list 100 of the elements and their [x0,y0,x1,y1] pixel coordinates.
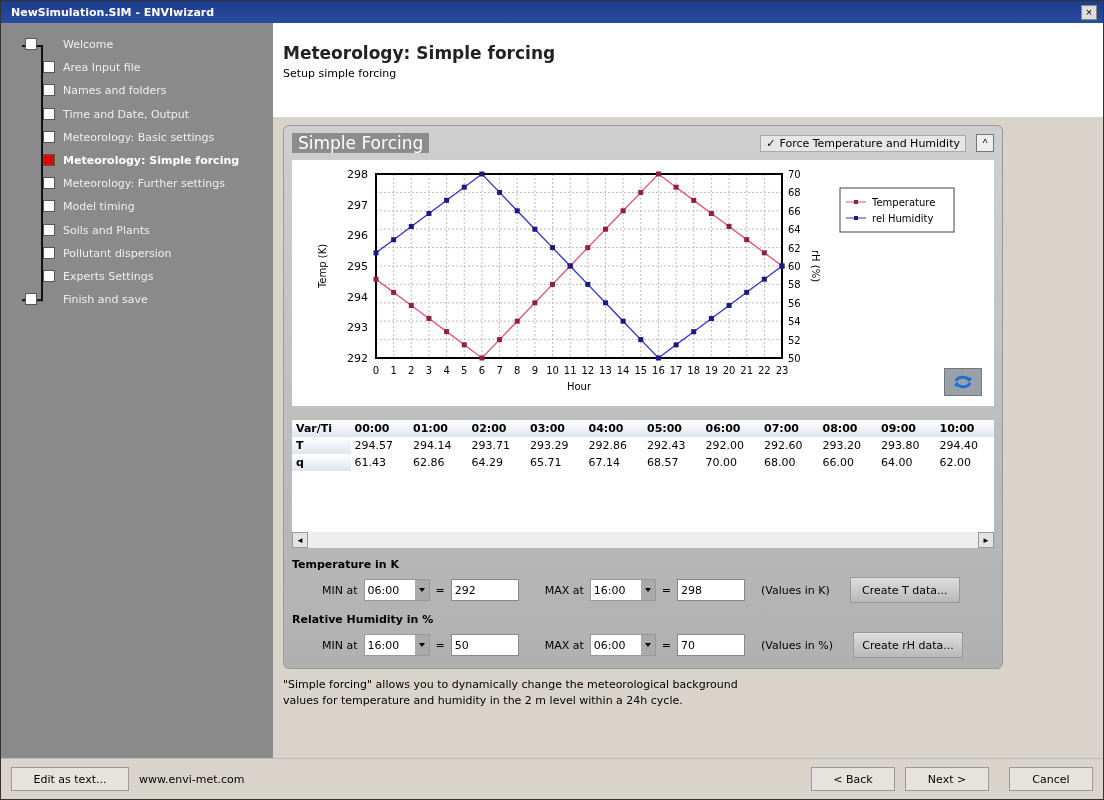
x-tick-label: 19 [705,365,718,376]
back-button[interactable]: < Back [811,767,895,791]
x-tick-label: 12 [581,365,595,376]
data-point [673,342,679,348]
x-tick-label: 6 [478,365,486,376]
data-point [532,226,538,232]
column-header: 04:00 [584,420,643,437]
x-tick-label: 8 [514,365,521,376]
edit-as-text-button[interactable]: Edit as text... [11,767,129,791]
page-title: Meteorology: Simple forcing [283,43,557,63]
caret-icon [418,643,425,647]
data-point [550,245,555,251]
data-point [373,250,379,256]
row-header: T [292,437,351,454]
min-time-dropdown[interactable]: 06:00 [363,579,430,601]
close-button[interactable]: × [1081,4,1097,20]
x-tick-label: 2 [408,365,415,376]
data-point [691,197,697,203]
data-point [585,281,591,287]
max-time-dropdown[interactable]: 16:00 [589,579,656,601]
max-value-field[interactable]: 298 [677,579,746,601]
data-point [726,302,732,308]
panel-title: Simple Forcing [292,133,430,153]
create-data-button[interactable]: Create T data... [849,577,960,603]
group-title: Relative Humidity in % [292,613,435,626]
data-point [620,318,626,324]
x-tick-label: 5 [461,365,468,376]
max-label: MAX at [544,638,584,652]
data-point [550,281,555,287]
data-point [585,245,591,251]
next-button[interactable]: Next > [905,767,989,791]
y2-tick-label: 56 [788,297,801,309]
equals-sign: = [435,583,445,597]
equals-sign: = [661,638,672,652]
column-header: 02:00 [467,420,526,437]
data-point [497,337,503,343]
create-data-button[interactable]: Create rH data... [853,632,964,658]
column-header: 06:00 [701,420,760,437]
group-title: Temperature in K [292,558,400,571]
max-time-dropdown[interactable]: 06:00 [589,634,656,656]
data-point [514,208,520,214]
data-point [479,171,485,177]
data-point [708,316,714,322]
data-point [461,342,467,348]
column-header: Var/Ti [292,420,351,437]
refresh-button[interactable] [944,368,982,396]
scroll-right-button[interactable]: ► [978,532,994,548]
data-point [426,315,432,321]
x-tick-label: 3 [425,365,433,376]
x-tick-label: 10 [546,365,559,376]
row-header: q [292,454,351,471]
collapse-button[interactable]: ^ [976,134,994,152]
column-header: 09:00 [877,420,936,437]
force-checkbox[interactable]: ✓ Force Temperature and Humidity [760,134,966,152]
y2-tick-label: 66 [788,205,801,217]
legend-label: Temperature [872,197,936,208]
data-point [708,211,714,217]
y-tick-label: 296 [347,229,368,243]
data-point [461,184,467,190]
y-tick-label: 298 [347,168,368,181]
y2-tick-label: 58 [788,279,801,291]
horizontal-scrollbar[interactable]: ◄ ► [292,532,994,548]
caret-icon [644,643,651,647]
data-point [391,237,397,243]
legend-label: rel Humidity [872,213,934,224]
refresh-icon [953,375,973,389]
data-point [479,355,485,361]
data-point [620,208,626,214]
cancel-button[interactable]: Cancel [1009,767,1093,791]
x-tick-label: 23 [775,365,789,376]
x-axis-label: Hour [566,381,592,392]
min-label: MIN at [322,583,358,597]
scroll-left-button[interactable]: ◄ [292,532,308,548]
min-time-dropdown[interactable]: 16:00 [363,634,430,656]
x-tick-label: 1 [390,365,397,376]
data-point [744,237,750,243]
data-point [638,337,644,343]
max-label: MAX at [544,583,584,597]
data-point [744,289,750,295]
y2-tick-label: 62 [788,242,801,254]
y2-tick-label: 64 [788,224,801,236]
max-value-field[interactable]: 70 [677,634,746,656]
column-header: 10:00 [935,420,994,437]
min-value-field[interactable]: 292 [450,579,519,601]
y-tick-label: 293 [347,321,368,335]
website-link[interactable]: www.envi-met.com [139,772,801,786]
data-point [655,171,661,177]
y2-tick-label: 68 [788,187,801,199]
data-point [373,276,379,282]
data-point [761,276,767,282]
x-tick-label: 14 [616,365,630,376]
y-tick-label: 295 [347,260,368,273]
x-tick-label: 0 [372,365,380,376]
x-tick-label: 11 [563,365,577,376]
data-point [426,210,432,216]
min-value-field[interactable]: 50 [450,634,519,656]
data-point [444,197,450,203]
x-tick-label: 15 [634,365,648,376]
equals-sign: = [661,583,672,597]
units-label: (Values in %) [761,638,834,652]
